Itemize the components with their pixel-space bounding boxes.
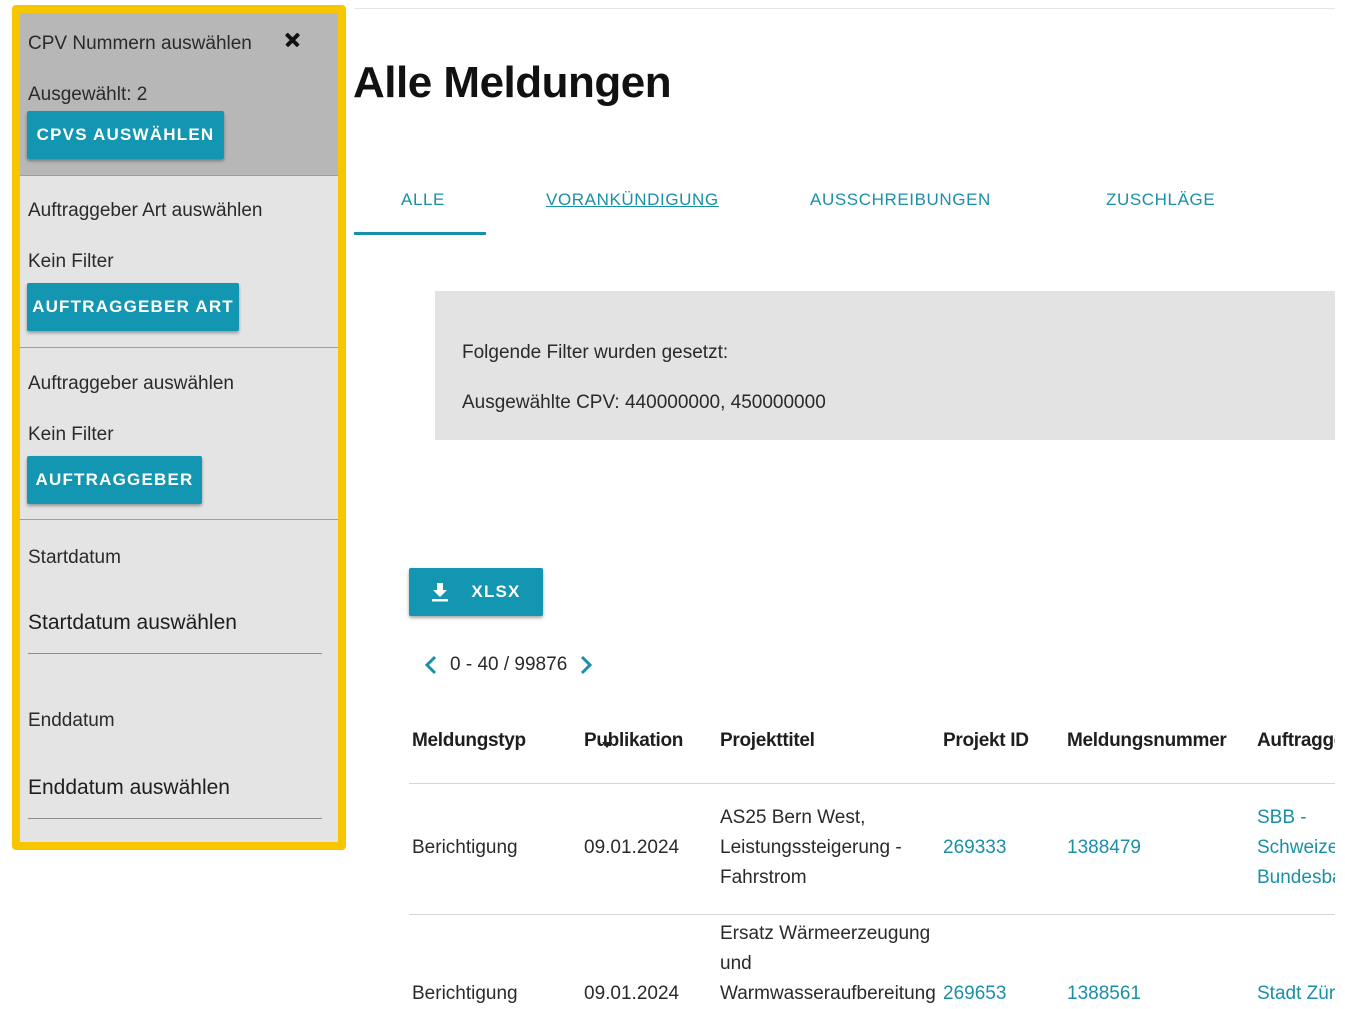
row2-projekttitel-line1: Ersatz Wärmeerzeugung xyxy=(720,923,931,944)
column-header-auftraggeber[interactable]: Auftragge xyxy=(1257,730,1335,752)
row1-auftraggeber-line2[interactable]: Schweizer xyxy=(1257,833,1335,863)
header-divider xyxy=(409,783,1335,784)
auftraggeber-button[interactable]: AUFTRAGGEBER xyxy=(27,456,202,504)
auftraggeber-art-button[interactable]: AUFTRAGGEBER ART xyxy=(27,283,239,331)
cpv-filter-section: CPV Nummern auswählen Ausgewählt: 2 CPVS… xyxy=(20,13,338,176)
row2-publikation: 09.01.2024 xyxy=(584,983,680,1004)
auftraggeber-art-status: Kein Filter xyxy=(28,251,114,272)
row1-projekttitel-line1: AS25 Bern West, xyxy=(720,807,866,828)
active-filters-heading: Folgende Filter wurden gesetzt: xyxy=(462,342,729,363)
row2-projekttitel-line3: Warmwasseraufbereitung xyxy=(720,983,936,1004)
enddatum-input[interactable]: Enddatum auswählen xyxy=(28,776,230,800)
active-filters-box: Folgende Filter wurden gesetzt: Ausgewäh… xyxy=(435,291,1335,440)
pagination-range: 0 - 40 / 99876 xyxy=(450,654,568,675)
startdatum-input[interactable]: Startdatum auswählen xyxy=(28,611,237,635)
top-divider xyxy=(354,8,1335,9)
row1-meldungstyp: Berichtigung xyxy=(412,837,518,858)
tab-zuschlaege[interactable]: ZUSCHLÄGE xyxy=(1106,190,1215,210)
column-header-meldungsnummer[interactable]: Meldungsnummer xyxy=(1067,730,1227,752)
row-divider xyxy=(409,914,1335,915)
auftraggeber-filter-section: Auftraggeber auswählen Kein Filter AUFTR… xyxy=(20,347,338,520)
row1-auftraggeber-line3[interactable]: Bundesba xyxy=(1257,863,1335,893)
xlsx-export-label: XLSX xyxy=(471,582,521,601)
startdatum-label: Startdatum xyxy=(28,547,121,568)
cpv-filter-title: CPV Nummern auswählen xyxy=(28,33,252,54)
row1-auftraggeber-line1[interactable]: SBB - xyxy=(1257,803,1307,833)
close-icon[interactable] xyxy=(282,29,304,51)
auftraggeber-art-title: Auftraggeber Art auswählen xyxy=(28,200,263,221)
column-header-projekttitel[interactable]: Projekttitel xyxy=(720,730,815,752)
tab-ausschreibungen[interactable]: AUSSCHREIBUNGEN xyxy=(810,190,991,210)
tab-alle[interactable]: ALLE xyxy=(401,190,445,210)
column-header-projekt-id[interactable]: Projekt ID xyxy=(943,730,1029,752)
enddatum-underline xyxy=(28,818,322,819)
results-table: Meldungstyp Publikation Projekttitel Pro… xyxy=(409,722,1335,1009)
row1-projekt-id-link[interactable]: 269333 xyxy=(943,833,1006,863)
column-header-publikation[interactable]: Publikation xyxy=(584,730,683,752)
chevron-left-icon[interactable] xyxy=(420,653,442,677)
page-title: Alle Meldungen xyxy=(353,58,672,107)
row2-meldungsnummer-link[interactable]: 1388561 xyxy=(1067,979,1141,1009)
active-tab-indicator xyxy=(354,232,486,235)
xlsx-export-button[interactable]: XLSX xyxy=(409,568,543,616)
row2-auftraggeber[interactable]: Stadt Züri xyxy=(1257,979,1335,1009)
startdatum-underline xyxy=(28,653,322,654)
column-header-meldungstyp[interactable]: Meldungstyp xyxy=(412,730,526,752)
date-filter-section: Startdatum Startdatum auswählen Enddatum… xyxy=(20,519,338,842)
chevron-right-icon[interactable] xyxy=(575,653,597,677)
row1-meldungsnummer-link[interactable]: 1388479 xyxy=(1067,833,1141,863)
row2-projekt-id-link[interactable]: 269653 xyxy=(943,979,1006,1009)
download-icon xyxy=(432,583,449,602)
auftraggeber-status: Kein Filter xyxy=(28,424,114,445)
auftraggeber-art-filter-section: Auftraggeber Art auswählen Kein Filter A… xyxy=(20,175,338,348)
row2-meldungstyp: Berichtigung xyxy=(412,983,518,1004)
enddatum-label: Enddatum xyxy=(28,710,115,731)
row1-projekttitel-line2: Leistungssteigerung - xyxy=(720,837,902,858)
filter-panel: CPV Nummern auswählen Ausgewählt: 2 CPVS… xyxy=(12,5,346,850)
cpv-selected-count: Ausgewählt: 2 xyxy=(28,84,148,105)
cpv-select-button[interactable]: CPVS AUSWÄHLEN xyxy=(27,111,224,159)
row1-publikation: 09.01.2024 xyxy=(584,837,680,858)
row1-projekttitel-line3: Fahrstrom xyxy=(720,867,807,888)
auftraggeber-title: Auftraggeber auswählen xyxy=(28,373,234,394)
tab-vorankuendigung[interactable]: VORANKÜNDIGUNG xyxy=(546,190,719,210)
pagination: 0 - 40 / 99876 xyxy=(420,652,597,678)
row2-projekttitel-line2: und xyxy=(720,953,752,974)
active-cpv-filter: Ausgewählte CPV: 440000000, 450000000 xyxy=(462,392,826,413)
sort-indicator-icon[interactable] xyxy=(602,742,612,748)
